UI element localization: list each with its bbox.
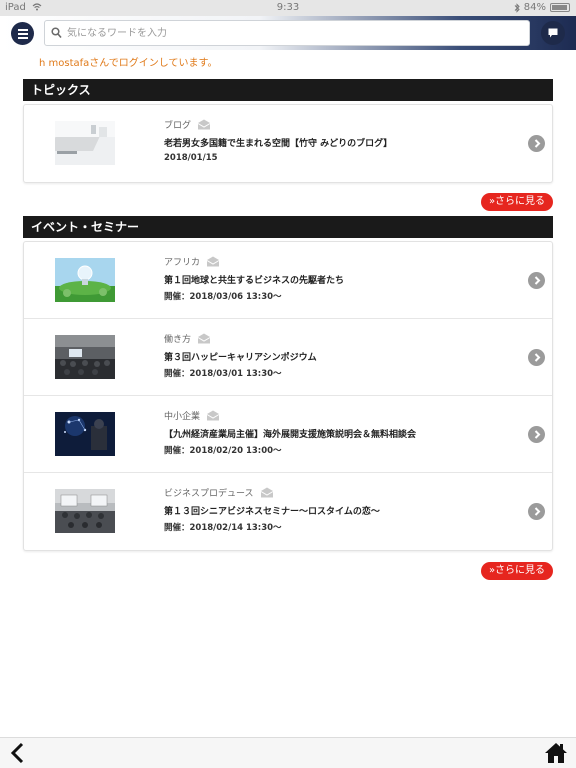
event-thumbnail <box>55 489 115 533</box>
bottom-toolbar <box>0 737 576 768</box>
message-button[interactable] <box>541 21 565 45</box>
list-item-title: 第３回ハッピーキャリアシンポジウム <box>164 353 317 363</box>
category-label: ブログ <box>164 121 192 131</box>
status-time: 9:33 <box>276 2 300 13</box>
mail-icon <box>197 333 211 344</box>
list-item-date: 2018/01/15 <box>164 153 218 163</box>
events-list: アフリカ 第１回地球と共生するビジネスの先駆者たち 開催：2018/03/06 … <box>23 241 553 551</box>
list-item-title: 老若男女多国籍で生まれる空間【竹守 みどりのブログ】 <box>164 139 393 149</box>
chevron-right-icon[interactable] <box>528 503 545 520</box>
category-label: ビジネスプロデュース <box>164 489 254 499</box>
topics-more-button[interactable]: »さらに見る <box>481 193 553 211</box>
list-item-category: ビジネスプロデュース <box>164 486 274 499</box>
topics-heading: トピックス <box>23 79 553 101</box>
list-item-title: 第１３回シニアビジネスセミナー〜ロスタイムの恋〜 <box>164 507 380 517</box>
bluetooth-icon <box>514 2 520 13</box>
event-thumbnail <box>55 258 115 302</box>
list-item-category: 中小企業 <box>164 409 220 422</box>
status-right: 84% <box>514 2 570 13</box>
top-bar <box>0 16 576 50</box>
list-item[interactable]: ビジネスプロデュース 第１３回シニアビジネスセミナー〜ロスタイムの恋〜 開催：2… <box>24 473 552 550</box>
event-thumbnail <box>55 335 115 379</box>
hamburger-icon-line <box>17 28 28 31</box>
topic-thumbnail <box>55 121 115 165</box>
chevron-right-icon[interactable] <box>528 349 545 366</box>
events-heading: イベント・セミナー <box>23 216 553 238</box>
battery-percent: 84% <box>523 2 546 13</box>
list-item[interactable]: アフリカ 第１回地球と共生するビジネスの先駆者たち 開催：2018/03/06 … <box>24 242 552 319</box>
topics-list: ブログ 老若男女多国籍で生まれる空間【竹守 みどりのブログ】 2018/01/1… <box>23 104 553 183</box>
chevron-right-icon[interactable] <box>528 426 545 443</box>
hamburger-icon-line <box>17 32 28 35</box>
search-input[interactable] <box>67 24 517 42</box>
list-item-category: ブログ <box>164 118 211 131</box>
list-item-category: アフリカ <box>164 255 220 268</box>
list-item-title: 第１回地球と共生するビジネスの先駆者たち <box>164 276 345 286</box>
list-item-title: 【九州経済産業局主催】海外展開支援施策説明会＆無料相談会 <box>164 430 417 440</box>
login-status-text: h mostafaさんでログインしています。 <box>39 58 218 69</box>
chat-icon <box>548 28 558 38</box>
category-label: 中小企業 <box>164 412 201 422</box>
chevron-right-icon[interactable] <box>528 272 545 289</box>
list-item-date: 開催：2018/02/20 13:00〜 <box>164 446 282 456</box>
category-label: 働き方 <box>164 335 192 345</box>
mail-icon <box>206 410 220 421</box>
mail-icon <box>206 256 220 267</box>
battery-icon <box>550 3 570 12</box>
search-box[interactable] <box>44 20 530 46</box>
list-item[interactable]: 働き方 第３回ハッピーキャリアシンポジウム 開催：2018/03/01 13:3… <box>24 319 552 396</box>
event-thumbnail <box>55 412 115 456</box>
list-item[interactable]: 中小企業 【九州経済産業局主催】海外展開支援施策説明会＆無料相談会 開催：201… <box>24 396 552 473</box>
events-more-button[interactable]: »さらに見る <box>481 562 553 580</box>
chevron-right-icon[interactable] <box>528 135 545 152</box>
home-button[interactable] <box>544 741 568 768</box>
status-bar: iPad 9:33 84% <box>0 0 576 16</box>
menu-button[interactable] <box>11 22 34 45</box>
chevron-left-icon <box>10 742 24 764</box>
mail-icon <box>260 487 273 498</box>
list-item-date: 開催：2018/02/14 13:30〜 <box>164 523 282 533</box>
home-icon <box>545 743 567 763</box>
search-icon <box>51 27 62 39</box>
back-button[interactable] <box>8 741 28 768</box>
list-item-category: 働き方 <box>164 332 211 345</box>
mail-icon <box>197 119 211 130</box>
list-item-date: 開催：2018/03/06 13:30〜 <box>164 292 282 302</box>
list-item-date: 開催：2018/03/01 13:30〜 <box>164 369 282 379</box>
category-label: アフリカ <box>164 258 201 268</box>
list-item[interactable]: ブログ 老若男女多国籍で生まれる空間【竹守 みどりのブログ】 2018/01/1… <box>24 105 552 182</box>
hamburger-icon-line <box>17 36 28 39</box>
